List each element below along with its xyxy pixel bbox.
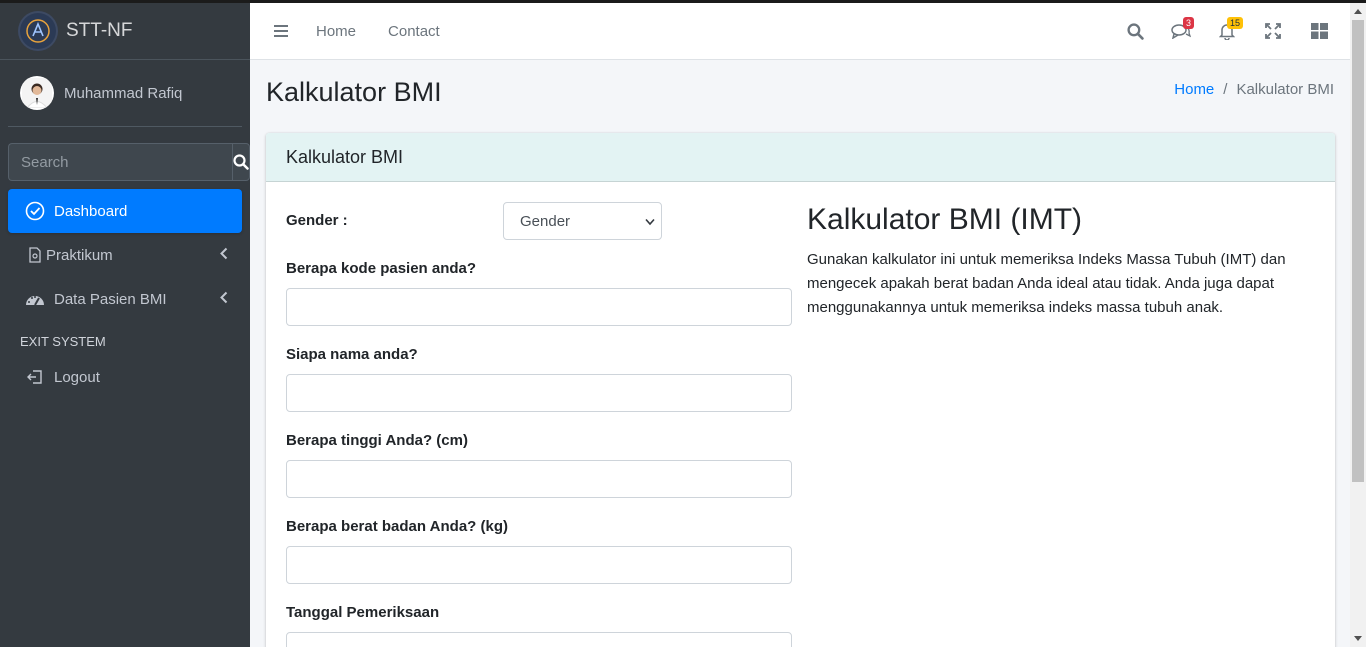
sidebar-search-button[interactable] <box>232 143 250 181</box>
gender-row: Gender : Gender <box>286 202 792 240</box>
search-icon <box>233 154 249 170</box>
info-title: Kalkulator BMI (IMT) <box>807 203 1083 236</box>
sidebar-search-input[interactable] <box>8 143 232 181</box>
menu-toggle-icon[interactable] <box>274 25 288 37</box>
search-icon <box>1126 22 1144 40</box>
sidebar-item-label: Logout <box>54 368 100 386</box>
breadcrumb-separator: / <box>1223 81 1228 98</box>
sidebar-item-label: Dashboard <box>54 202 128 220</box>
exam-date-input[interactable] <box>286 632 792 647</box>
breadcrumb-home-link[interactable]: Home <box>1174 81 1214 98</box>
topnav-search-button[interactable] <box>1112 11 1158 51</box>
user-name[interactable]: Muhammad Rafiq <box>64 85 182 102</box>
page-title: Kalkulator BMI <box>266 77 442 107</box>
file-icon <box>28 247 42 263</box>
exam-date-label: Tanggal Pemeriksaan <box>286 604 440 621</box>
gender-select[interactable]: Gender <box>503 202 662 240</box>
messages-badge: 3 <box>1183 17 1195 29</box>
bmi-card: Kalkulator BMI Gender : Gender Berapa ko… <box>266 133 1335 647</box>
sidebar-item-logout[interactable]: Logout <box>8 355 242 399</box>
gender-select-value: Gender <box>520 212 571 230</box>
logout-icon <box>24 369 46 385</box>
height-label: Berapa tinggi Anda? (cm) <box>286 432 468 449</box>
card-header: Kalkulator BMI <box>266 133 1335 182</box>
chevron-left-icon <box>220 247 228 264</box>
scroll-up-arrow-icon[interactable] <box>1354 9 1362 14</box>
breadcrumb: Home / Kalkulator BMI <box>1174 81 1334 98</box>
sidebar-item-label: Praktikum <box>46 246 113 264</box>
topnav-link-home[interactable]: Home <box>316 23 356 40</box>
brand-name: STT-NF <box>66 20 133 41</box>
name-label: Siapa nama anda? <box>286 346 418 363</box>
weight-input[interactable] <box>286 546 792 584</box>
tachometer-icon <box>24 290 46 308</box>
sidebar: STT-NF Muhammad Rafiq Das <box>0 3 250 647</box>
avatar <box>20 76 54 110</box>
brand-logo <box>20 13 56 49</box>
sidebar-nav: Dashboard Praktikum Data Pasien BMI EXIT… <box>8 189 242 399</box>
topnav-notifications-button[interactable]: 15 <box>1204 11 1250 51</box>
gender-label: Gender : <box>286 212 348 229</box>
sidebar-section-header: EXIT SYSTEM <box>20 334 106 349</box>
chevron-down-icon <box>645 213 655 230</box>
page-scrollbar[interactable] <box>1350 3 1366 647</box>
user-panel[interactable]: Muhammad Rafiq <box>8 60 242 127</box>
notifications-badge: 15 <box>1227 17 1244 29</box>
content-wrapper: Kalkulator BMI Home / Kalkulator BMI Kal… <box>250 60 1350 647</box>
sidebar-search <box>8 143 250 181</box>
sidebar-item-dashboard[interactable]: Dashboard <box>8 189 242 233</box>
topnav-link-contact[interactable]: Contact <box>388 23 440 40</box>
weight-label: Berapa berat badan Anda? (kg) <box>286 518 508 535</box>
patient-code-label: Berapa kode pasien anda? <box>286 260 477 277</box>
grid-icon <box>1310 23 1328 39</box>
sidebar-item-label: Data Pasien BMI <box>54 290 167 308</box>
chevron-left-icon <box>220 291 228 308</box>
bmi-info: Kalkulator BMI (IMT) Gunakan kalkulator … <box>807 203 1307 320</box>
scroll-thumb[interactable] <box>1352 20 1364 482</box>
sidebar-item-praktikum[interactable]: Praktikum <box>8 233 242 277</box>
name-input[interactable] <box>286 374 792 412</box>
expand-icon <box>1265 23 1281 39</box>
topnav-fullscreen-button[interactable] <box>1250 11 1296 51</box>
sidebar-item-data-pasien-bmi[interactable]: Data Pasien BMI <box>8 277 242 321</box>
window-top-edge <box>0 0 1366 3</box>
check-circle-icon <box>24 201 46 221</box>
height-input[interactable] <box>286 460 792 498</box>
brand-link[interactable]: STT-NF <box>0 3 250 60</box>
patient-code-input[interactable] <box>286 288 792 326</box>
topnav-messages-button[interactable]: 3 <box>1158 11 1204 51</box>
topnav-control-sidebar-button[interactable] <box>1296 11 1342 51</box>
top-navbar: Home Contact 3 15 <box>250 3 1350 60</box>
scroll-down-arrow-icon[interactable] <box>1354 636 1362 641</box>
breadcrumb-current: Kalkulator BMI <box>1236 81 1334 98</box>
info-description: Gunakan kalkulator ini untuk memeriksa I… <box>807 251 1286 316</box>
